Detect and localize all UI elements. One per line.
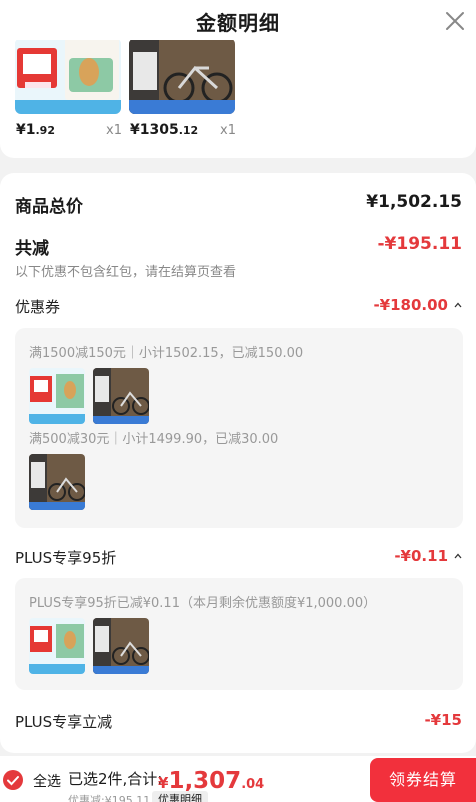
discount-summary: 优惠减:¥195.11 bbox=[68, 794, 151, 802]
plus-95-value: -¥0.11 bbox=[394, 547, 448, 565]
discount-note: 以下优惠不包含红包，请在结算页查看 bbox=[15, 265, 237, 280]
product-thumbnail bbox=[29, 618, 85, 674]
coupon-value: -¥180.00 bbox=[373, 296, 448, 314]
product-thumbnail bbox=[93, 368, 149, 424]
selected-count-text: 已选2件,合计: bbox=[68, 770, 163, 788]
plus-95-detail-panel: PLUS专享95折已减¥0.11（本月剩余优惠额度¥1,000.00） bbox=[15, 578, 463, 690]
discount-detail-tab[interactable]: 优惠明细 bbox=[152, 791, 208, 802]
product-quantity: x1 bbox=[220, 123, 236, 138]
check-icon bbox=[7, 776, 19, 786]
plus-instant-label: PLUS专享立减 bbox=[15, 713, 113, 731]
product-thumbnail bbox=[93, 618, 149, 674]
plus-95-label: PLUS专享95折 bbox=[15, 549, 117, 567]
product-price: ¥1305.12 bbox=[130, 122, 199, 138]
close-icon[interactable] bbox=[444, 10, 466, 32]
plus-95-row[interactable]: PLUS专享95折 -¥0.11 bbox=[15, 547, 462, 568]
select-all-label[interactable]: 全选 bbox=[33, 771, 61, 791]
total-price-label: 商品总价 bbox=[15, 197, 83, 217]
chevron-up-icon[interactable] bbox=[454, 301, 462, 309]
total-price-value: ¥1,502.15 bbox=[366, 192, 462, 212]
coupon-label: 优惠券 bbox=[15, 298, 61, 316]
plus-instant-row: PLUS专享立减 -¥15 bbox=[15, 711, 462, 732]
plus-95-note: PLUS专享95折已减¥0.11（本月剩余优惠额度¥1,000.00） bbox=[29, 596, 377, 611]
product-image-bicycle[interactable] bbox=[129, 40, 235, 114]
checkout-button[interactable]: 领券结算 bbox=[370, 758, 476, 802]
coupon-rule-1: 满1500减150元｜小计1502.15，已减150.00 bbox=[29, 346, 304, 361]
total-discount-row: 共减 -¥195.11 bbox=[15, 234, 462, 259]
price-breakdown-card: 商品总价 ¥1,502.15 共减 -¥195.11 以下优惠不包含红包，请在结… bbox=[0, 173, 476, 753]
product-thumbnail bbox=[29, 454, 85, 510]
coupon-detail-panel: 满1500减150元｜小计1502.15，已减150.00 满500减30元｜小… bbox=[15, 328, 463, 528]
product-price: ¥1.92 bbox=[16, 122, 55, 138]
checkout-bar: 全选 已选2件,合计: ¥1,307.04 优惠减:¥195.11 优惠明细 领… bbox=[0, 756, 476, 802]
chevron-up-icon[interactable] bbox=[454, 552, 462, 560]
coupon-rule-2: 满500减30元｜小计1499.90，已减30.00 bbox=[29, 432, 279, 447]
product-quantity: x1 bbox=[106, 123, 122, 138]
plus-instant-value: -¥15 bbox=[424, 711, 462, 729]
total-discount-value: -¥195.11 bbox=[377, 234, 463, 254]
total-discount-label: 共减 bbox=[15, 239, 49, 259]
select-all-checkbox[interactable] bbox=[3, 770, 23, 790]
total-price-row: 商品总价 ¥1,502.15 bbox=[15, 192, 462, 217]
product-thumbnail bbox=[29, 368, 85, 424]
coupon-row[interactable]: 优惠券 -¥180.00 bbox=[15, 296, 462, 317]
product-image-toothbrush[interactable] bbox=[15, 40, 121, 114]
product-strip: ¥1.92 x1 ¥1305.12 x1 bbox=[0, 40, 476, 158]
